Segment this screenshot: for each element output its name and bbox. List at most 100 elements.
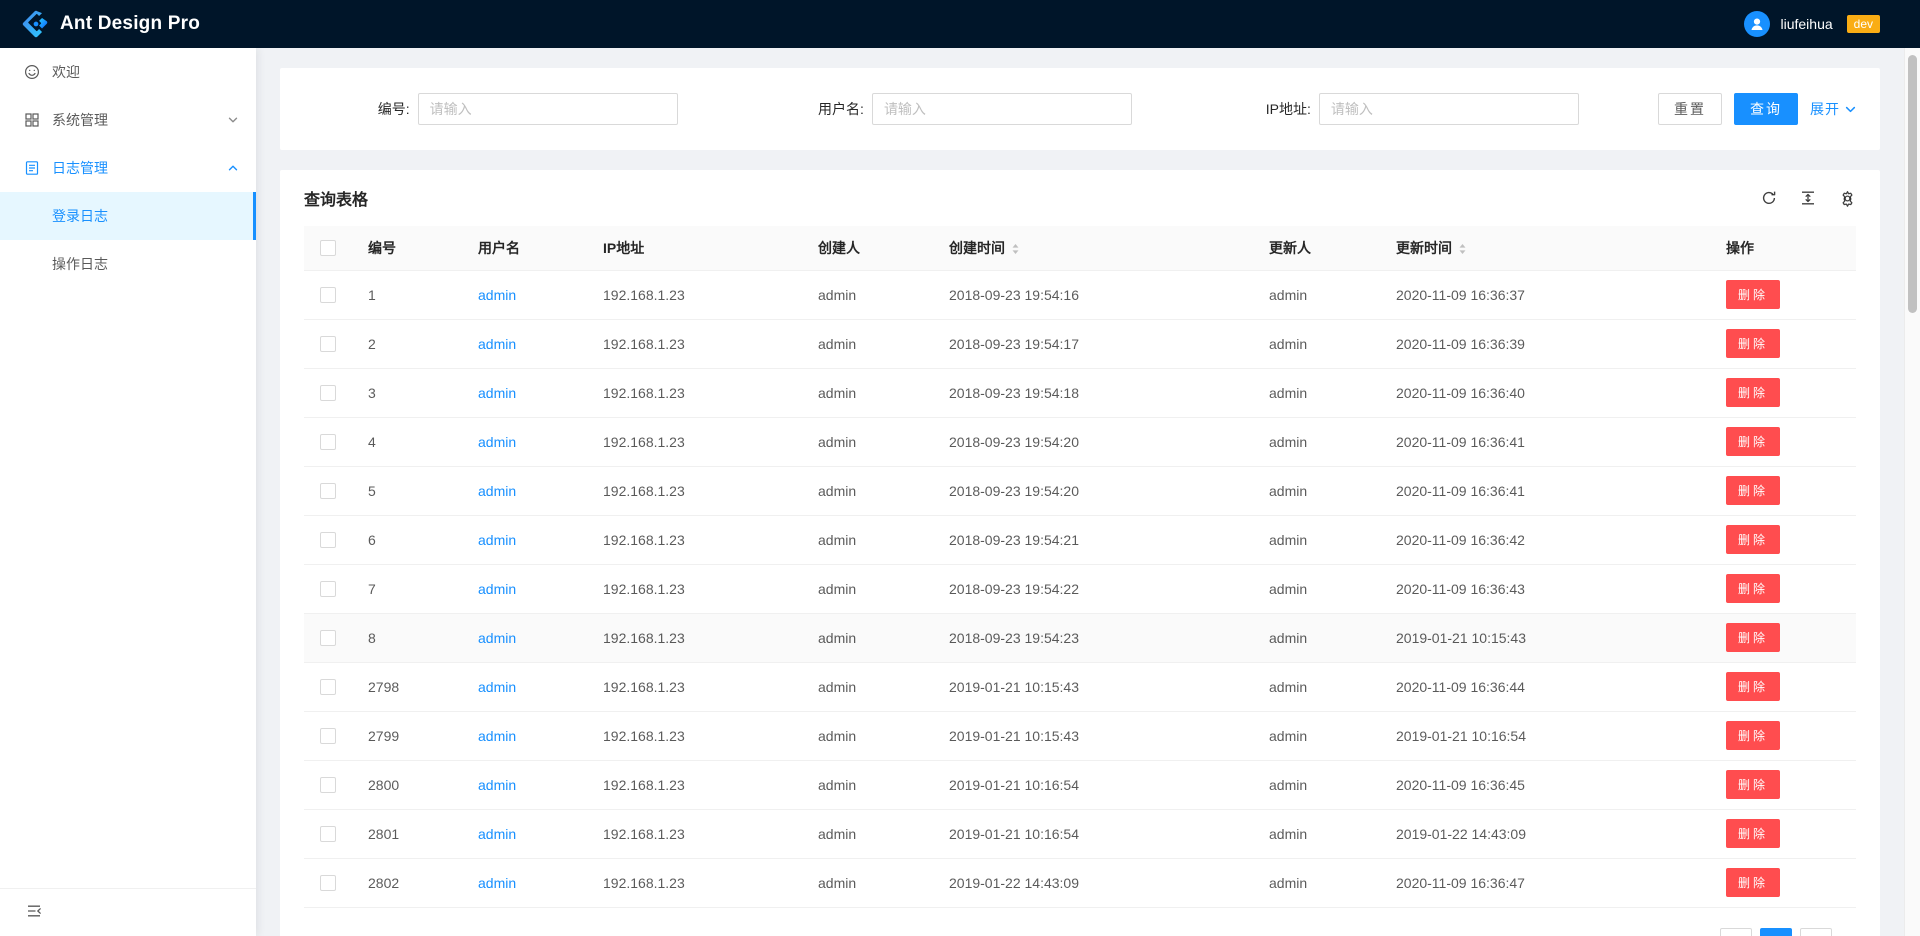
- table-row[interactable]: 6 admin 192.168.1.23 admin 2018-09-23 19…: [304, 515, 1856, 564]
- col-username: 用户名: [462, 226, 587, 270]
- pagination-next[interactable]: ›: [1800, 928, 1832, 936]
- cell-ip: 192.168.1.23: [587, 760, 802, 809]
- filter-id-input[interactable]: [418, 93, 678, 125]
- query-button[interactable]: 查询: [1734, 93, 1798, 125]
- delete-button[interactable]: 删除: [1726, 672, 1780, 701]
- row-checkbox[interactable]: [320, 434, 336, 450]
- cell-updater: admin: [1253, 368, 1380, 417]
- username-link[interactable]: admin: [478, 728, 516, 744]
- avatar[interactable]: [1744, 11, 1770, 37]
- sidebar-item-system-management[interactable]: 系统管理: [0, 96, 256, 144]
- username-link[interactable]: admin: [478, 630, 516, 646]
- sidebar-item-welcome[interactable]: 欢迎: [0, 48, 256, 96]
- sidebar-item-login-log[interactable]: 登录日志: [0, 192, 256, 240]
- delete-button[interactable]: 删除: [1726, 868, 1780, 897]
- delete-button[interactable]: 删除: [1726, 280, 1780, 309]
- delete-button[interactable]: 删除: [1726, 770, 1780, 799]
- column-height-icon[interactable]: [1800, 190, 1816, 206]
- delete-button[interactable]: 删除: [1726, 378, 1780, 407]
- row-checkbox[interactable]: [320, 679, 336, 695]
- cell-updater: admin: [1253, 270, 1380, 319]
- cell-created-at: 2019-01-21 10:16:54: [933, 760, 1253, 809]
- cell-id: 2798: [352, 662, 462, 711]
- table-row[interactable]: 2798 admin 192.168.1.23 admin 2019-01-21…: [304, 662, 1856, 711]
- table-row[interactable]: 1 admin 192.168.1.23 admin 2018-09-23 19…: [304, 270, 1856, 319]
- cell-updated-at: 2020-11-09 16:36:44: [1380, 662, 1710, 711]
- sidebar-item-label: 日志管理: [52, 158, 108, 178]
- row-checkbox[interactable]: [320, 581, 336, 597]
- table-row[interactable]: 4 admin 192.168.1.23 admin 2018-09-23 19…: [304, 417, 1856, 466]
- sort-icon[interactable]: [1458, 243, 1467, 255]
- cell-id: 2799: [352, 711, 462, 760]
- row-checkbox[interactable]: [320, 875, 336, 891]
- table-row[interactable]: 5 admin 192.168.1.23 admin 2018-09-23 19…: [304, 466, 1856, 515]
- delete-button[interactable]: 删除: [1726, 427, 1780, 456]
- query-table-card: 查询表格: [280, 170, 1880, 936]
- username-link[interactable]: admin: [478, 287, 516, 303]
- username-link[interactable]: admin: [478, 826, 516, 842]
- table-row[interactable]: 2801 admin 192.168.1.23 admin 2019-01-21…: [304, 809, 1856, 858]
- table-row[interactable]: 2799 admin 192.168.1.23 admin 2019-01-21…: [304, 711, 1856, 760]
- table-row[interactable]: 2 admin 192.168.1.23 admin 2018-09-23 19…: [304, 319, 1856, 368]
- username-link[interactable]: admin: [478, 581, 516, 597]
- sidebar-item-label: 登录日志: [52, 206, 108, 226]
- cell-creator: admin: [802, 711, 933, 760]
- filter-username-input[interactable]: [872, 93, 1132, 125]
- row-checkbox[interactable]: [320, 777, 336, 793]
- delete-button[interactable]: 删除: [1726, 819, 1780, 848]
- row-checkbox[interactable]: [320, 728, 336, 744]
- username-link[interactable]: admin: [478, 385, 516, 401]
- delete-button[interactable]: 删除: [1726, 574, 1780, 603]
- sidebar: 欢迎 系统管理 日志管理: [0, 48, 256, 936]
- row-checkbox[interactable]: [320, 287, 336, 303]
- username-link[interactable]: admin: [478, 875, 516, 891]
- row-checkbox[interactable]: [320, 532, 336, 548]
- cell-creator: admin: [802, 858, 933, 907]
- delete-button[interactable]: 删除: [1726, 329, 1780, 358]
- row-checkbox[interactable]: [320, 336, 336, 352]
- cell-updater: admin: [1253, 662, 1380, 711]
- reset-button[interactable]: 重置: [1658, 93, 1722, 125]
- username-link[interactable]: admin: [478, 434, 516, 450]
- sidebar-item-operation-log[interactable]: 操作日志: [0, 240, 256, 288]
- pagination-prev[interactable]: ‹: [1720, 928, 1752, 936]
- table-row[interactable]: 8 admin 192.168.1.23 admin 2018-09-23 19…: [304, 613, 1856, 662]
- cell-actions: 删除: [1710, 760, 1856, 809]
- scrollbar-thumb[interactable]: [1908, 55, 1917, 313]
- cell-actions: 删除: [1710, 270, 1856, 319]
- row-checkbox[interactable]: [320, 630, 336, 646]
- user-name[interactable]: liufeihua: [1780, 16, 1832, 32]
- filter-ip-input[interactable]: [1319, 93, 1579, 125]
- row-checkbox[interactable]: [320, 483, 336, 499]
- row-checkbox[interactable]: [320, 385, 336, 401]
- table-row[interactable]: 3 admin 192.168.1.23 admin 2018-09-23 19…: [304, 368, 1856, 417]
- refresh-icon[interactable]: [1761, 190, 1777, 206]
- sort-icon[interactable]: [1011, 243, 1020, 255]
- cell-id: 2: [352, 319, 462, 368]
- username-link[interactable]: admin: [478, 679, 516, 695]
- delete-button[interactable]: 删除: [1726, 721, 1780, 750]
- delete-button[interactable]: 删除: [1726, 476, 1780, 505]
- pagination-page-1[interactable]: 1: [1760, 928, 1792, 936]
- username-link[interactable]: admin: [478, 336, 516, 352]
- cell-id: 2802: [352, 858, 462, 907]
- username-link[interactable]: admin: [478, 777, 516, 793]
- filter-id-label: 编号:: [378, 99, 410, 119]
- expand-link[interactable]: 展开: [1810, 99, 1856, 119]
- username-link[interactable]: admin: [478, 532, 516, 548]
- cell-updated-at: 2019-01-21 10:16:54: [1380, 711, 1710, 760]
- cell-creator: admin: [802, 662, 933, 711]
- select-all-checkbox[interactable]: [320, 240, 336, 256]
- table-row[interactable]: 2800 admin 192.168.1.23 admin 2019-01-21…: [304, 760, 1856, 809]
- menu-fold-icon[interactable]: [26, 903, 42, 919]
- logo-home-link[interactable]: Ant Design Pro: [22, 10, 200, 38]
- cell-created-at: 2019-01-21 10:16:54: [933, 809, 1253, 858]
- delete-button[interactable]: 删除: [1726, 623, 1780, 652]
- table-row[interactable]: 7 admin 192.168.1.23 admin 2018-09-23 19…: [304, 564, 1856, 613]
- sidebar-item-log-management[interactable]: 日志管理: [0, 144, 256, 192]
- settings-gear-icon[interactable]: [1839, 190, 1856, 207]
- delete-button[interactable]: 删除: [1726, 525, 1780, 554]
- row-checkbox[interactable]: [320, 826, 336, 842]
- table-row[interactable]: 2802 admin 192.168.1.23 admin 2019-01-22…: [304, 858, 1856, 907]
- username-link[interactable]: admin: [478, 483, 516, 499]
